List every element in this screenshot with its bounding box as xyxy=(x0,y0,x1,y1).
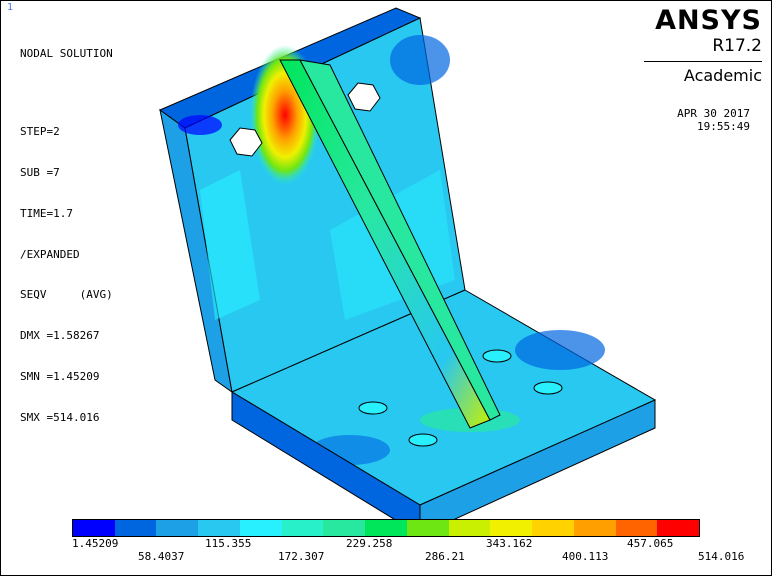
legend-label: 343.162 xyxy=(486,537,533,550)
legend-label: 1.45209 xyxy=(72,537,119,550)
legend-label: 400.113 xyxy=(562,550,609,563)
legend-swatch xyxy=(532,520,574,536)
contour-legend xyxy=(72,519,700,537)
model-viewport[interactable] xyxy=(0,0,772,576)
legend-swatch xyxy=(365,520,407,536)
legend-label: 229.258 xyxy=(346,537,393,550)
legend-swatch xyxy=(239,520,282,536)
legend-swatch xyxy=(73,520,115,536)
legend-label: 286.21 xyxy=(425,550,465,563)
legend-swatch xyxy=(615,520,658,536)
legend-swatch xyxy=(156,520,199,536)
plate-bolt-hole xyxy=(482,349,512,363)
legend-label: 115.355 xyxy=(205,537,252,550)
legend-label: 58.4037 xyxy=(138,550,185,563)
wall-low-stress xyxy=(390,35,450,85)
legend-label: 514.016 xyxy=(698,550,745,563)
legend-swatch xyxy=(490,520,533,536)
legend-swatch xyxy=(406,520,449,536)
plate-low-stress xyxy=(515,330,605,370)
legend-swatch xyxy=(323,520,366,536)
plate-bolt-hole xyxy=(358,401,388,415)
plate-bolt-hole xyxy=(408,433,438,447)
legend-swatch xyxy=(281,520,324,536)
legend-swatch xyxy=(448,520,491,536)
legend-swatch xyxy=(657,520,700,536)
legend-swatch xyxy=(198,520,240,536)
contour-legend-labels: 1.45209 115.355 229.258 343.162 457.065 … xyxy=(0,537,772,567)
legend-swatch xyxy=(114,520,157,536)
wall-low-stress xyxy=(178,115,222,135)
legend-swatch xyxy=(573,520,616,536)
plate-bolt-hole xyxy=(533,381,563,395)
legend-label: 172.307 xyxy=(278,550,325,563)
legend-label: 457.065 xyxy=(627,537,674,550)
